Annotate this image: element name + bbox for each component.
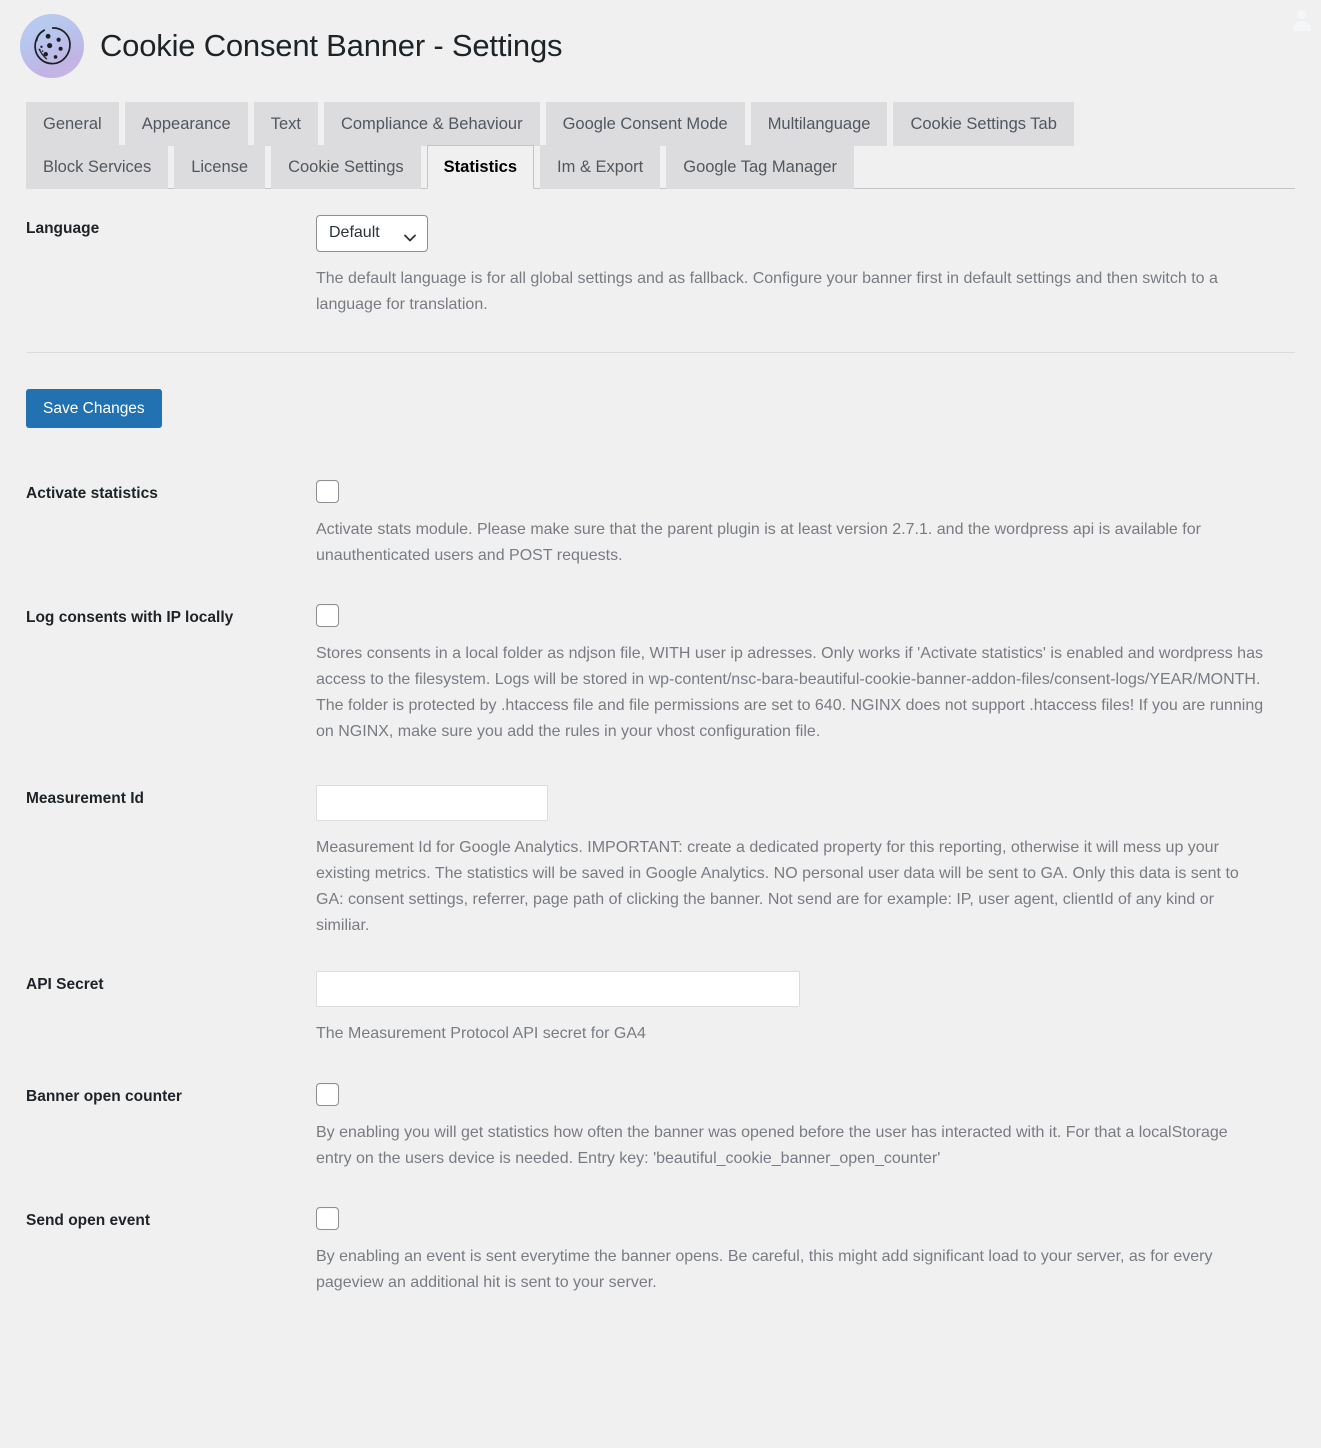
tab-appearance[interactable]: Appearance bbox=[124, 102, 248, 146]
section-divider bbox=[26, 351, 1295, 353]
field-measurement-id: Measurement Id Measurement Id for Google… bbox=[26, 785, 1295, 939]
tab-multilanguage[interactable]: Multilanguage bbox=[750, 102, 888, 146]
api-secret-description: The Measurement Protocol API secret for … bbox=[316, 1024, 646, 1042]
tab-text[interactable]: Text bbox=[253, 102, 318, 146]
tab-cookie-settings-tab[interactable]: Cookie Settings Tab bbox=[893, 102, 1074, 146]
field-api-secret: API Secret The Measurement Protocol API … bbox=[26, 970, 1295, 1047]
tab-block-services[interactable]: Block Services bbox=[26, 144, 169, 189]
tab-license[interactable]: License bbox=[174, 144, 266, 189]
tab-im-export[interactable]: Im & Export bbox=[540, 144, 661, 189]
activate-statistics-label: Activate statistics bbox=[26, 484, 158, 502]
language-description: The default language is for all global s… bbox=[316, 269, 1218, 313]
field-language: Language Default The default language is… bbox=[26, 215, 1295, 318]
field-activate-statistics: Activate statistics Activate stats modul… bbox=[26, 479, 1295, 569]
language-label: Language bbox=[26, 220, 100, 237]
save-changes-area: Save Changes bbox=[0, 388, 1321, 428]
banner-open-counter-checkbox[interactable] bbox=[316, 1082, 339, 1106]
tab-google-tag-manager[interactable]: Google Tag Manager bbox=[666, 144, 855, 189]
banner-open-counter-description: By enabling you will get statistics how … bbox=[316, 1123, 1228, 1167]
measurement-id-label: Measurement Id bbox=[26, 790, 145, 808]
log-consents-checkbox[interactable] bbox=[316, 604, 339, 628]
language-section: Language Default The default language is… bbox=[0, 215, 1321, 353]
send-open-event-checkbox[interactable] bbox=[316, 1207, 339, 1231]
language-select-wrapper: Default bbox=[316, 215, 428, 252]
field-log-consents-ip: Log consents with IP locally Stores cons… bbox=[26, 604, 1295, 745]
user-avatar-icon[interactable] bbox=[1289, 6, 1315, 32]
measurement-id-input[interactable] bbox=[316, 785, 548, 822]
tab-general[interactable]: General bbox=[26, 102, 119, 146]
language-select[interactable]: Default bbox=[316, 215, 428, 252]
settings-tabs: General Appearance Text Compliance & Beh… bbox=[0, 102, 1321, 189]
banner-open-counter-label: Banner open counter bbox=[26, 1087, 182, 1105]
send-open-event-description: By enabling an event is sent everytime t… bbox=[316, 1248, 1213, 1292]
tab-statistics[interactable]: Statistics bbox=[426, 144, 535, 189]
tab-row-1: General Appearance Text Compliance & Beh… bbox=[26, 102, 1295, 146]
log-consents-description: Stores consents in a local folder as ndj… bbox=[316, 645, 1264, 741]
log-consents-label: Log consents with IP locally bbox=[26, 609, 234, 627]
field-banner-open-counter: Banner open counter By enabling you will… bbox=[26, 1082, 1295, 1172]
api-secret-input[interactable] bbox=[316, 970, 800, 1007]
measurement-id-description: Measurement Id for Google Analytics. IMP… bbox=[316, 839, 1239, 934]
field-send-open-event: Send open event By enabling an event is … bbox=[26, 1207, 1295, 1296]
activate-statistics-checkbox[interactable] bbox=[316, 479, 339, 503]
statistics-settings: Activate statistics Activate stats modul… bbox=[0, 479, 1321, 1297]
send-open-event-label: Send open event bbox=[26, 1212, 151, 1230]
page-title: Cookie Consent Banner - Settings bbox=[100, 27, 563, 63]
page-header: Cookie Consent Banner - Settings bbox=[0, 0, 1321, 78]
api-secret-label: API Secret bbox=[26, 975, 104, 993]
tab-row-2: Block Services License Cookie Settings S… bbox=[26, 144, 1295, 189]
tab-compliance-behaviour[interactable]: Compliance & Behaviour bbox=[323, 102, 540, 146]
save-changes-button[interactable]: Save Changes bbox=[26, 388, 162, 428]
cookie-icon bbox=[20, 14, 84, 78]
tab-cookie-settings[interactable]: Cookie Settings bbox=[271, 144, 421, 189]
activate-statistics-description: Activate stats module. Please make sure … bbox=[316, 520, 1201, 564]
tab-google-consent-mode[interactable]: Google Consent Mode bbox=[545, 102, 745, 146]
